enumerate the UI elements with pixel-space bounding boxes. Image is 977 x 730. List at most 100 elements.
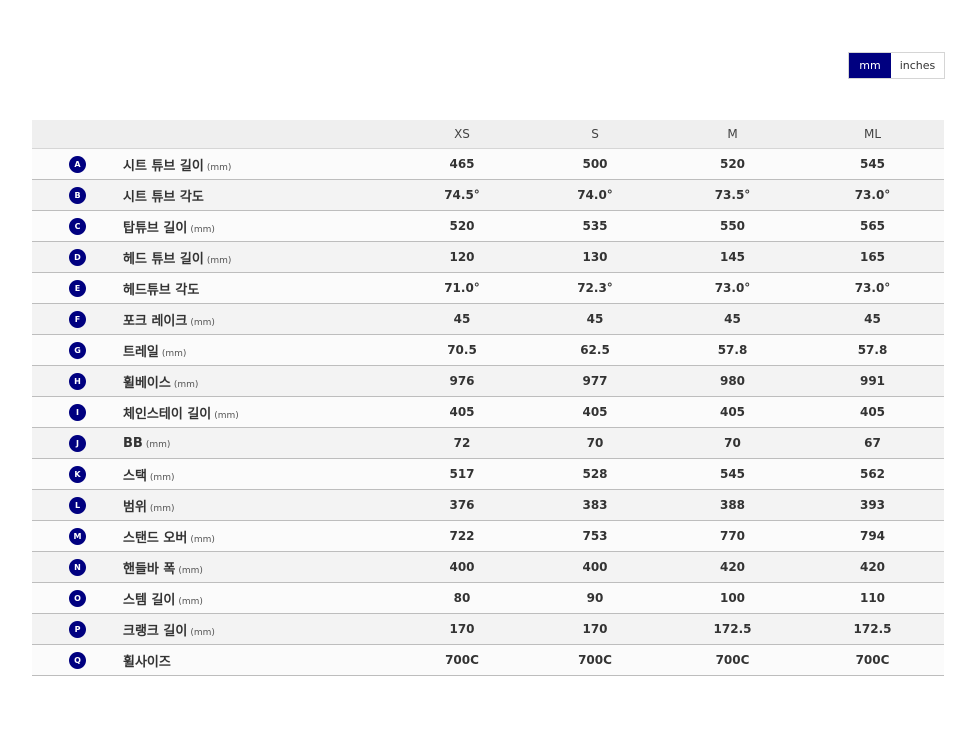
row-label-cell: 포크 레이크 (mm) bbox=[123, 303, 398, 335]
value-cell-m: 73.0° bbox=[664, 272, 801, 304]
value-cell-xs: 70.5 bbox=[398, 334, 526, 366]
value-cell-xs: 976 bbox=[398, 365, 526, 397]
table-row: K 스택 (mm) 517 528 545 562 bbox=[32, 458, 944, 490]
table-row: J BB (mm) 72 70 70 67 bbox=[32, 427, 944, 459]
value-cell-xs: 72 bbox=[398, 427, 526, 459]
value-cell-m: 100 bbox=[664, 582, 801, 614]
measurement-label: 스탠드 오버 bbox=[123, 530, 188, 546]
row-label-cell: BB (mm) bbox=[123, 427, 398, 459]
row-letter-cell: Q bbox=[32, 644, 123, 676]
table-row: E 헤드튜브 각도 71.0° 72.3° 73.0° 73.0° bbox=[32, 272, 944, 304]
row-letter-cell: F bbox=[32, 303, 123, 335]
value-cell-ml: 45 bbox=[801, 303, 944, 335]
value-cell-s: 977 bbox=[526, 365, 664, 397]
value-cell-m: 980 bbox=[664, 365, 801, 397]
measurement-label: 크랭크 길이 bbox=[123, 623, 188, 639]
measurement-label: 스템 길이 bbox=[123, 592, 176, 608]
value-cell-m: 172.5 bbox=[664, 613, 801, 645]
value-cell-s: 405 bbox=[526, 396, 664, 428]
measurement-letter-badge: I bbox=[69, 403, 86, 421]
value-cell-s: 700C bbox=[526, 644, 664, 676]
value-cell-m: 145 bbox=[664, 241, 801, 273]
unit-mm-button[interactable]: mm bbox=[849, 53, 891, 78]
row-label-cell: 시트 튜브 길이 (mm) bbox=[123, 148, 398, 180]
value-cell-xs: 400 bbox=[398, 551, 526, 583]
measurement-unit: (mm) bbox=[190, 317, 215, 328]
value-cell-ml: 57.8 bbox=[801, 334, 944, 366]
value-cell-m: 420 bbox=[664, 551, 801, 583]
row-letter-cell: O bbox=[32, 582, 123, 614]
measurement-label: 시트 튜브 길이 bbox=[123, 158, 204, 174]
value-cell-ml: 562 bbox=[801, 458, 944, 490]
table-row: H 휠베이스 (mm) 976 977 980 991 bbox=[32, 365, 944, 397]
value-cell-ml: 700C bbox=[801, 644, 944, 676]
table-row: M 스탠드 오버 (mm) 722 753 770 794 bbox=[32, 520, 944, 552]
value-cell-s: 45 bbox=[526, 303, 664, 335]
row-letter-cell: P bbox=[32, 613, 123, 645]
measurement-unit: (mm) bbox=[173, 379, 199, 390]
row-label-cell: 휠사이즈 bbox=[123, 644, 398, 676]
value-cell-m: 770 bbox=[664, 520, 801, 552]
measurement-unit: (mm) bbox=[178, 565, 203, 576]
header-letter-cell bbox=[32, 120, 123, 149]
measurement-label: 체인스테이 길이 bbox=[123, 406, 212, 422]
measurement-label: BB bbox=[123, 435, 143, 451]
value-cell-ml: 405 bbox=[801, 396, 944, 428]
table-row: L 범위 (mm) 376 383 388 393 bbox=[32, 489, 944, 521]
value-cell-xs: 80 bbox=[398, 582, 526, 614]
value-cell-m: 57.8 bbox=[664, 334, 801, 366]
row-letter-cell: I bbox=[32, 396, 123, 428]
value-cell-xs: 170 bbox=[398, 613, 526, 645]
measurement-unit: (mm) bbox=[190, 224, 215, 235]
value-cell-ml: 794 bbox=[801, 520, 944, 552]
size-header-s: S bbox=[526, 120, 664, 149]
row-letter-cell: E bbox=[32, 272, 123, 304]
value-cell-xs: 74.5° bbox=[398, 179, 526, 211]
measurement-letter-badge: H bbox=[69, 372, 86, 390]
value-cell-m: 545 bbox=[664, 458, 801, 490]
value-cell-xs: 700C bbox=[398, 644, 526, 676]
table-row: G 트레일 (mm) 70.5 62.5 57.8 57.8 bbox=[32, 334, 944, 366]
row-label-cell: 헤드 튜브 길이 (mm) bbox=[123, 241, 398, 273]
measurement-unit: (mm) bbox=[214, 410, 239, 421]
table-row: C 탑튜브 길이 (mm) 520 535 550 565 bbox=[32, 210, 944, 242]
measurement-label: 휠베이스 bbox=[123, 375, 171, 391]
row-letter-cell: H bbox=[32, 365, 123, 397]
measurement-unit: (mm) bbox=[190, 534, 215, 545]
table-row: O 스템 길이 (mm) 80 90 100 110 bbox=[32, 582, 944, 614]
value-cell-m: 45 bbox=[664, 303, 801, 335]
measurement-unit: (mm) bbox=[145, 439, 171, 450]
value-cell-s: 170 bbox=[526, 613, 664, 645]
measurement-letter-badge: G bbox=[69, 341, 86, 359]
value-cell-s: 400 bbox=[526, 551, 664, 583]
measurement-letter-badge: E bbox=[69, 279, 86, 297]
value-cell-xs: 405 bbox=[398, 396, 526, 428]
row-letter-cell: M bbox=[32, 520, 123, 552]
size-header-m: M bbox=[664, 120, 801, 149]
table-row: N 핸들바 폭 (mm) 400 400 420 420 bbox=[32, 551, 944, 583]
measurement-label: 트레일 bbox=[123, 344, 159, 360]
value-cell-ml: 393 bbox=[801, 489, 944, 521]
measurement-letter-badge: M bbox=[69, 527, 86, 545]
value-cell-ml: 565 bbox=[801, 210, 944, 242]
row-label-cell: 핸들바 폭 (mm) bbox=[123, 551, 398, 583]
row-letter-cell: G bbox=[32, 334, 123, 366]
value-cell-s: 535 bbox=[526, 210, 664, 242]
value-cell-xs: 376 bbox=[398, 489, 526, 521]
measurement-label: 휠사이즈 bbox=[123, 654, 171, 670]
row-label-cell: 스탠드 오버 (mm) bbox=[123, 520, 398, 552]
size-header-ml: ML bbox=[801, 120, 944, 149]
measurement-letter-badge: O bbox=[69, 589, 86, 607]
value-cell-ml: 73.0° bbox=[801, 179, 944, 211]
measurement-letter-badge: P bbox=[69, 620, 86, 638]
value-cell-ml: 545 bbox=[801, 148, 944, 180]
measurement-letter-badge: J bbox=[69, 434, 86, 452]
value-cell-ml: 420 bbox=[801, 551, 944, 583]
measurement-unit: (mm) bbox=[206, 162, 232, 173]
unit-inches-button[interactable]: inches bbox=[891, 53, 944, 78]
value-cell-m: 70 bbox=[664, 427, 801, 459]
header-label-cell bbox=[123, 120, 398, 149]
measurement-label: 포크 레이크 bbox=[123, 313, 188, 329]
table-row: P 크랭크 길이 (mm) 170 170 172.5 172.5 bbox=[32, 613, 944, 645]
value-cell-s: 500 bbox=[526, 148, 664, 180]
